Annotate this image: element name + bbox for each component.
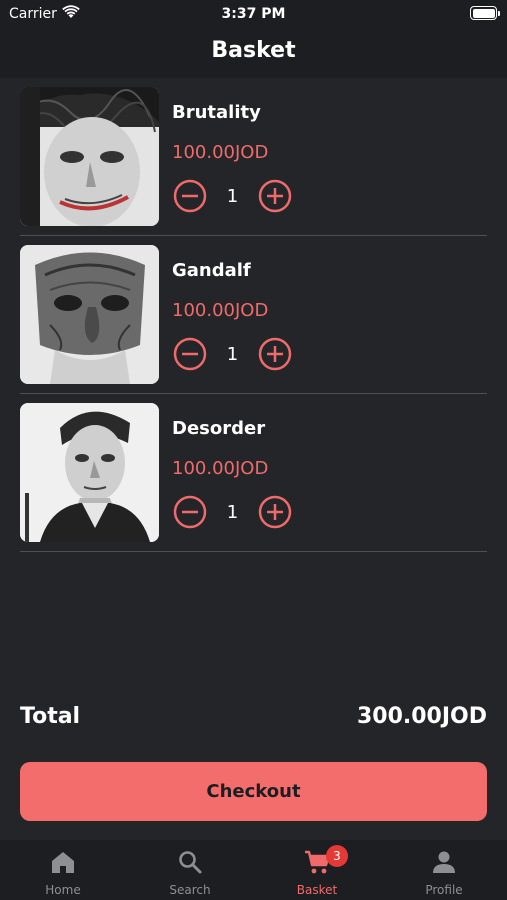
item-name: Desorder [172,418,266,439]
tab-search[interactable]: Search [127,840,253,900]
minus-circle-icon [173,179,207,213]
tab-basket[interactable]: 3 Basket [254,840,380,900]
person-icon [430,848,458,876]
quantity-value: 1 [226,344,239,365]
tab-bar: Home Search 3 Basket Profile [0,840,507,900]
quantity-value: 1 [226,502,239,523]
search-icon [176,848,204,876]
item-image-joker[interactable] [20,87,159,226]
increase-quantity-button[interactable] [258,337,292,371]
plus-circle-icon [258,495,292,529]
decrease-quantity-button[interactable] [173,337,207,371]
basket-item[interactable]: Desorder 100.00JOD 1 [20,394,487,552]
item-image-gandalf[interactable] [20,245,159,384]
total-label: Total [20,704,81,729]
tab-label: Home [45,883,81,897]
decrease-quantity-button[interactable] [173,179,207,213]
navigation-bar: Basket [0,28,507,78]
quantity-stepper: 1 [172,495,302,529]
item-price: 100.00JOD [172,142,269,163]
item-image-desorder[interactable] [20,403,159,542]
battery-icon [470,6,500,20]
tab-label: Search [169,883,211,897]
increase-quantity-button[interactable] [258,179,292,213]
item-price: 100.00JOD [172,458,269,479]
status-bar: Carrier 3:37 PM [0,0,507,28]
checkout-button[interactable]: Checkout [20,762,487,821]
minus-circle-icon [173,495,207,529]
home-icon [49,848,77,876]
basket-item[interactable]: Gandalf 100.00JOD 1 [20,236,487,394]
tab-label: Basket [296,883,338,897]
minus-circle-icon [173,337,207,371]
item-name: Brutality [172,102,261,123]
status-time: 3:37 PM [221,6,286,22]
tab-home[interactable]: Home [0,840,126,900]
quantity-value: 1 [226,186,239,207]
item-name: Gandalf [172,260,251,281]
item-price: 100.00JOD [172,300,269,321]
decrease-quantity-button[interactable] [173,495,207,529]
quantity-stepper: 1 [172,179,302,213]
plus-circle-icon [258,337,292,371]
basket-item[interactable]: Brutality 100.00JOD 1 [20,78,487,236]
basket-list: Brutality 100.00JOD 1 Gandalf 100.00JOD … [20,78,487,552]
page-title: Basket [211,38,296,63]
plus-circle-icon [258,179,292,213]
tab-profile[interactable]: Profile [381,840,507,900]
quantity-stepper: 1 [172,337,302,371]
increase-quantity-button[interactable] [258,495,292,529]
total-value: 300.00JOD [356,704,487,729]
cart-badge: 3 [326,845,348,867]
tab-label: Profile [425,883,463,897]
